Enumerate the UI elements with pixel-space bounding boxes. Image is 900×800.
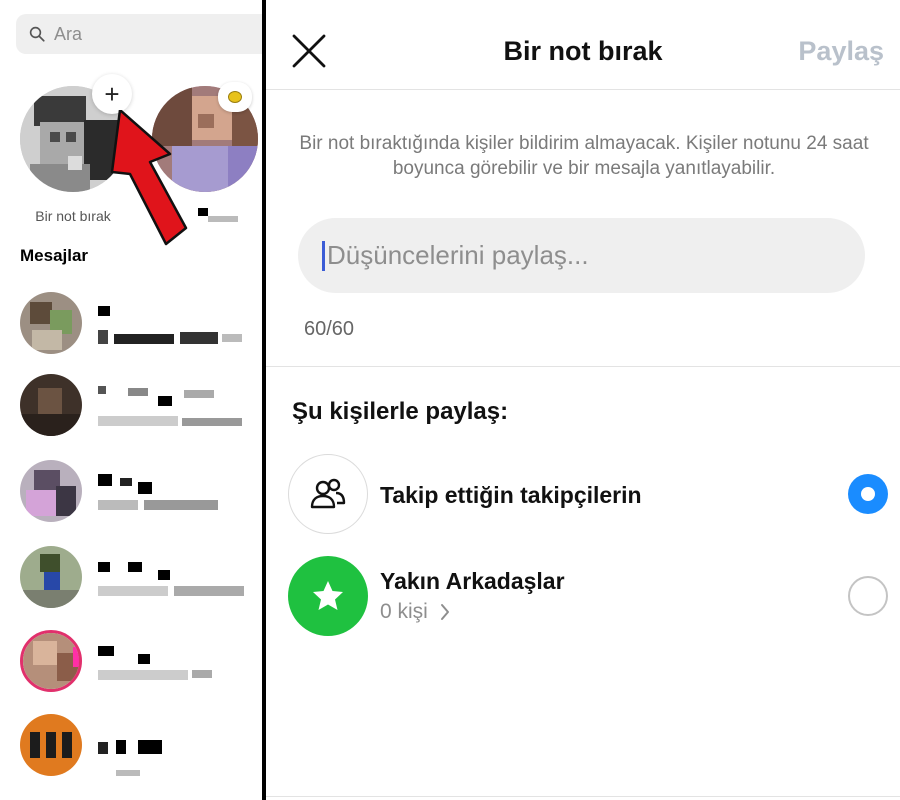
avatar: [20, 460, 82, 522]
modal-header: Bir not bırak Paylaş: [266, 0, 900, 90]
share-heading: Şu kişilerle paylaş:: [292, 398, 509, 425]
note-input[interactable]: [327, 240, 827, 271]
search-bar[interactable]: [16, 14, 262, 54]
info-text: Bir not bıraktığında kişiler bildirim al…: [299, 133, 869, 179]
character-counter: 60/60: [304, 318, 355, 340]
message-preview-redacted: [98, 378, 262, 434]
avatar: [20, 292, 82, 354]
annotation-arrow-icon: [110, 110, 188, 246]
people-icon: [288, 454, 368, 534]
note-input-field[interactable]: [298, 218, 865, 293]
radio-selected[interactable]: [848, 474, 888, 514]
option-label-close-friends: Yakın Arkadaşlar: [380, 568, 565, 594]
audience-option-close-friends[interactable]: Yakın Arkadaşlar 0 kişi: [288, 556, 888, 636]
messages-section-title: Mesajlar: [20, 246, 89, 265]
add-note-button[interactable]: +: [92, 74, 132, 114]
message-preview-redacted: [98, 550, 262, 606]
avatar: [20, 714, 82, 776]
list-item[interactable]: [20, 546, 260, 612]
audience-option-followers[interactable]: Takip ettiğin takipçilerin: [288, 454, 888, 534]
list-item[interactable]: [20, 630, 260, 696]
list-item[interactable]: [20, 374, 260, 440]
message-preview-redacted: [98, 296, 262, 352]
message-preview-redacted: [98, 464, 262, 520]
message-preview-redacted: [98, 718, 262, 776]
chevron-right-icon: [440, 604, 449, 620]
friend-note-bubble: [218, 82, 252, 112]
search-input[interactable]: [54, 23, 254, 45]
option-label-followers: Takip ettiğin takipçilerin: [380, 482, 642, 508]
avatar: [20, 630, 82, 692]
list-item[interactable]: [20, 714, 260, 780]
close-friends-count-text: 0 kişi: [380, 600, 428, 623]
section-divider: [266, 366, 900, 367]
avatar: [20, 374, 82, 436]
avatar: [20, 546, 82, 608]
note-modal: Bir not bırak Paylaş Bir not bıraktığınd…: [266, 0, 900, 800]
star-icon: [288, 556, 368, 636]
inbox-panel: + Bir not bırak Mesajlar: [0, 0, 262, 800]
search-icon: [29, 26, 45, 42]
text-caret: [322, 240, 325, 271]
radio-unselected[interactable]: [848, 576, 888, 616]
list-item[interactable]: [20, 292, 260, 358]
list-item[interactable]: [20, 460, 260, 526]
message-preview-redacted: [98, 634, 262, 690]
bottom-divider: [266, 796, 900, 797]
close-friends-count[interactable]: 0 kişi: [380, 600, 450, 624]
share-button[interactable]: Paylaş: [798, 36, 884, 67]
lemon-icon: [228, 91, 242, 103]
